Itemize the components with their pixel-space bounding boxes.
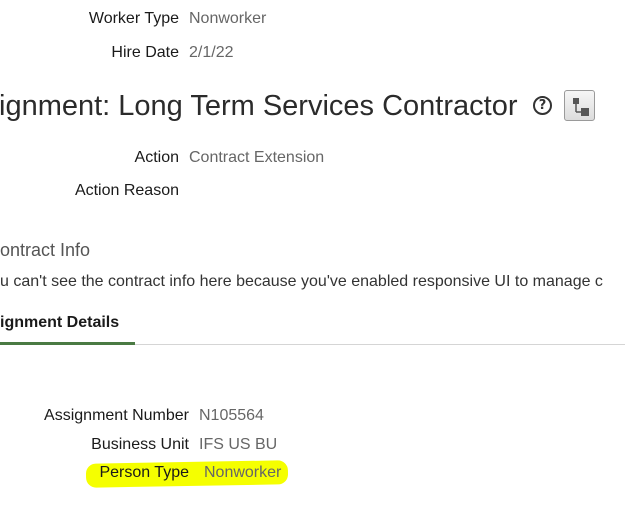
contract-info-message: u can't see the contract info here becau… <box>0 273 603 290</box>
action-label: Action <box>134 149 179 166</box>
hire-date-value: 2/1/22 <box>189 44 234 61</box>
person-type-label: Person Type <box>99 464 189 481</box>
tab-assignment-details[interactable]: ignment Details <box>0 314 119 332</box>
worker-type-label: Worker Type <box>88 10 179 27</box>
assignment-number-label: Assignment Number <box>44 407 189 424</box>
business-unit-label: Business Unit <box>91 436 189 453</box>
action-value: Contract Extension <box>189 149 325 166</box>
help-circle-icon[interactable]: ? <box>533 96 552 115</box>
person-type-value: Nonworker <box>204 464 282 481</box>
tab-selected-indicator <box>0 342 135 345</box>
assignment-number-value: N105564 <box>199 407 264 424</box>
contract-info-heading: ontract Info <box>0 240 91 260</box>
hire-date-label: Hire Date <box>111 44 179 61</box>
action-reason-label: Action Reason <box>74 182 179 199</box>
org-structure-button[interactable] <box>564 90 595 121</box>
org-structure-icon <box>573 98 589 116</box>
business-unit-value: IFS US BU <box>199 436 278 453</box>
worker-type-value: Nonworker <box>189 10 267 27</box>
assignment-title: ignment: Long Term Services Contractor <box>0 90 518 122</box>
